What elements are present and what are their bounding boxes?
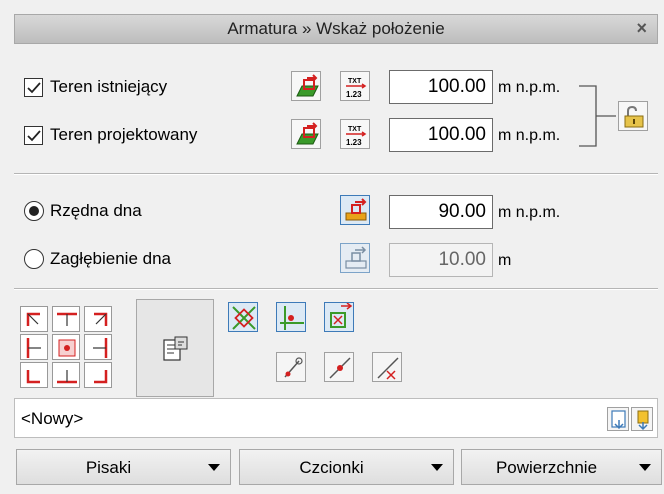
chevron-down-icon	[208, 464, 220, 471]
anchor-arrow-icon	[58, 339, 76, 357]
existing-terrain-checkbox[interactable]	[24, 78, 43, 97]
fonts-label: Czcionki	[299, 458, 364, 477]
designed-terrain-checkbox[interactable]	[24, 126, 43, 145]
pick-depth-disabled-icon	[345, 246, 367, 269]
anchor-top-center[interactable]	[52, 306, 80, 332]
pick-depth-button[interactable]	[340, 243, 370, 273]
pick-terrain-icon	[296, 74, 319, 97]
snap-cut-icon	[377, 357, 399, 380]
anchor-arrow-icon	[57, 312, 77, 326]
anchor-bottom-right[interactable]	[84, 362, 112, 388]
svg-text:1.23: 1.23	[346, 90, 362, 99]
pens-label: Pisaki	[85, 458, 132, 477]
save-style-icon	[637, 410, 649, 431]
snap-line-icon	[329, 357, 351, 379]
surfaces-label: Powierzchnie	[495, 458, 598, 477]
snap-box-button[interactable]	[324, 302, 354, 332]
surfaces-dropdown[interactable]: Powierzchnie	[461, 449, 662, 485]
new-style-button[interactable]	[607, 407, 629, 431]
anchor-middle-left[interactable]	[20, 334, 48, 360]
properties-icon	[163, 336, 188, 361]
lock-button[interactable]	[618, 101, 648, 131]
anchor-arrow-icon	[93, 338, 108, 358]
snap-cut-button[interactable]	[372, 352, 402, 382]
designed-terrain-label: Teren projektowany	[50, 125, 198, 144]
pick-terrain-existing-button[interactable]	[291, 71, 321, 101]
window-title: Armatura » Wskaż położenie	[227, 19, 445, 38]
fonts-dropdown[interactable]: Czcionki	[239, 449, 454, 485]
designed-terrain-unit: m n.p.m.	[498, 127, 561, 144]
checkmark-icon	[27, 82, 41, 94]
checkmark-icon	[27, 130, 41, 142]
snap-point-icon	[280, 306, 304, 330]
pens-dropdown[interactable]: Pisaki	[16, 449, 231, 485]
snap-line-button[interactable]	[324, 352, 354, 382]
text-value-existing-button[interactable]: TXT 1.23	[340, 71, 370, 101]
depth-label: Zagłębienie dna	[50, 249, 171, 268]
style-combo-value: <Nowy>	[21, 409, 84, 428]
anchor-grid	[18, 304, 114, 388]
snap-intersection-button[interactable]	[228, 302, 258, 332]
snap-end-icon	[284, 357, 303, 378]
depth-value[interactable]: 10.00	[389, 243, 493, 277]
separator	[14, 174, 658, 175]
anchor-top-left[interactable]	[20, 306, 48, 332]
anchor-arrow-icon	[26, 370, 40, 384]
svg-text:TXT: TXT	[348, 126, 362, 133]
existing-terrain-unit: m n.p.m.	[498, 79, 561, 96]
link-bracket	[579, 85, 616, 147]
new-style-icon	[611, 410, 626, 430]
radio-dot	[29, 206, 39, 216]
anchor-center[interactable]	[52, 334, 80, 360]
pick-ordinate-button[interactable]	[340, 195, 370, 225]
save-style-button[interactable]	[631, 407, 653, 431]
anchor-arrow-icon	[94, 312, 108, 326]
snap-point-button[interactable]	[276, 302, 306, 332]
snap-intersection-icon	[232, 306, 256, 330]
anchor-arrow-icon	[94, 370, 108, 384]
ordinate-label: Rzędna dna	[50, 201, 142, 220]
anchor-arrow-icon	[26, 312, 40, 326]
ordinate-unit: m n.p.m.	[498, 204, 561, 221]
snap-end-button[interactable]	[276, 352, 306, 382]
anchor-arrow-icon	[26, 338, 41, 358]
title-bar: Armatura » Wskaż położenie ×	[14, 14, 658, 44]
properties-button[interactable]	[136, 299, 214, 397]
chevron-down-icon	[431, 464, 443, 471]
text-value-icon: TXT 1.23	[346, 78, 367, 99]
existing-terrain-label: Teren istniejący	[50, 77, 168, 96]
existing-terrain-value[interactable]: 100.00	[389, 70, 493, 104]
anchor-arrow-icon	[57, 370, 77, 384]
text-value-icon: TXT 1.23	[346, 126, 367, 147]
ordinate-value[interactable]: 90.00	[389, 195, 493, 229]
svg-text:TXT: TXT	[348, 78, 362, 85]
pick-terrain-icon	[296, 122, 319, 145]
style-combo[interactable]: <Nowy>	[14, 398, 658, 438]
chevron-down-icon	[639, 464, 651, 471]
ordinate-radio[interactable]	[24, 201, 44, 221]
lock-icon	[624, 105, 644, 128]
anchor-top-right[interactable]	[84, 306, 112, 332]
snap-box-icon	[330, 303, 353, 328]
separator	[14, 289, 658, 290]
svg-text:1.23: 1.23	[346, 138, 362, 147]
anchor-bottom-center[interactable]	[52, 362, 80, 388]
depth-radio[interactable]	[24, 249, 44, 269]
pick-terrain-designed-button[interactable]	[291, 119, 321, 149]
depth-unit: m	[498, 252, 512, 269]
anchor-middle-right[interactable]	[84, 334, 112, 360]
designed-terrain-value[interactable]: 100.00	[389, 118, 493, 152]
close-icon[interactable]: ×	[636, 18, 647, 39]
pick-depth-icon	[345, 198, 367, 221]
anchor-bottom-left[interactable]	[20, 362, 48, 388]
text-value-designed-button[interactable]: TXT 1.23	[340, 119, 370, 149]
